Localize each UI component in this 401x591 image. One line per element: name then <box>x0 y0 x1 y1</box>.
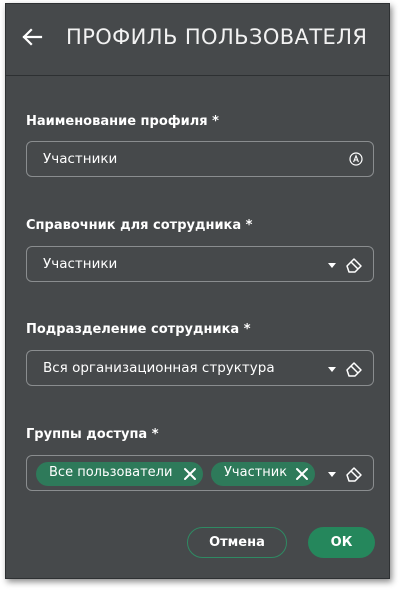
chevron-down-icon[interactable] <box>328 367 336 372</box>
user-profile-dialog: ПРОФИЛЬ ПОЛЬЗОВАТЕЛЯ Наименование профил… <box>5 3 390 579</box>
chip-all-users[interactable]: Все пользователи <box>36 462 203 486</box>
chip-label: Все пользователи <box>49 465 173 480</box>
access-groups-label: Группы доступа * <box>26 427 159 442</box>
cancel-button[interactable]: Отмена <box>187 527 287 558</box>
close-icon[interactable] <box>295 467 309 481</box>
arrow-left-icon[interactable] <box>21 26 43 48</box>
employee-department-select[interactable]: Вся организационная структура <box>26 350 374 386</box>
profile-name-label: Наименование профиля * <box>26 114 219 129</box>
eraser-icon[interactable] <box>345 466 363 482</box>
employee-directory-select[interactable]: Участники <box>26 246 374 282</box>
close-icon[interactable] <box>183 467 197 481</box>
employee-directory-value: Участники <box>43 256 118 272</box>
chevron-down-icon[interactable] <box>328 472 336 477</box>
employee-department-label: Подразделение сотрудника * <box>26 322 251 337</box>
profile-name-field[interactable]: Участники <box>26 141 374 177</box>
chevron-down-icon[interactable] <box>328 263 336 268</box>
ok-button[interactable]: ОК <box>308 527 375 558</box>
profile-name-value: Участники <box>43 151 118 167</box>
eraser-icon[interactable] <box>345 257 363 273</box>
chip-participant[interactable]: Участник <box>211 462 315 486</box>
circle-a-icon <box>349 152 363 166</box>
eraser-icon[interactable] <box>345 361 363 377</box>
employee-department-value: Вся организационная структура <box>43 360 275 376</box>
dialog-header: ПРОФИЛЬ ПОЛЬЗОВАТЕЛЯ <box>6 4 389 76</box>
chip-label: Участник <box>224 465 288 480</box>
employee-directory-label: Справочник для сотрудника * <box>26 218 253 233</box>
page-title: ПРОФИЛЬ ПОЛЬЗОВАТЕЛЯ <box>66 25 368 49</box>
access-groups-multiselect[interactable]: Все пользователи Участник <box>26 455 374 491</box>
